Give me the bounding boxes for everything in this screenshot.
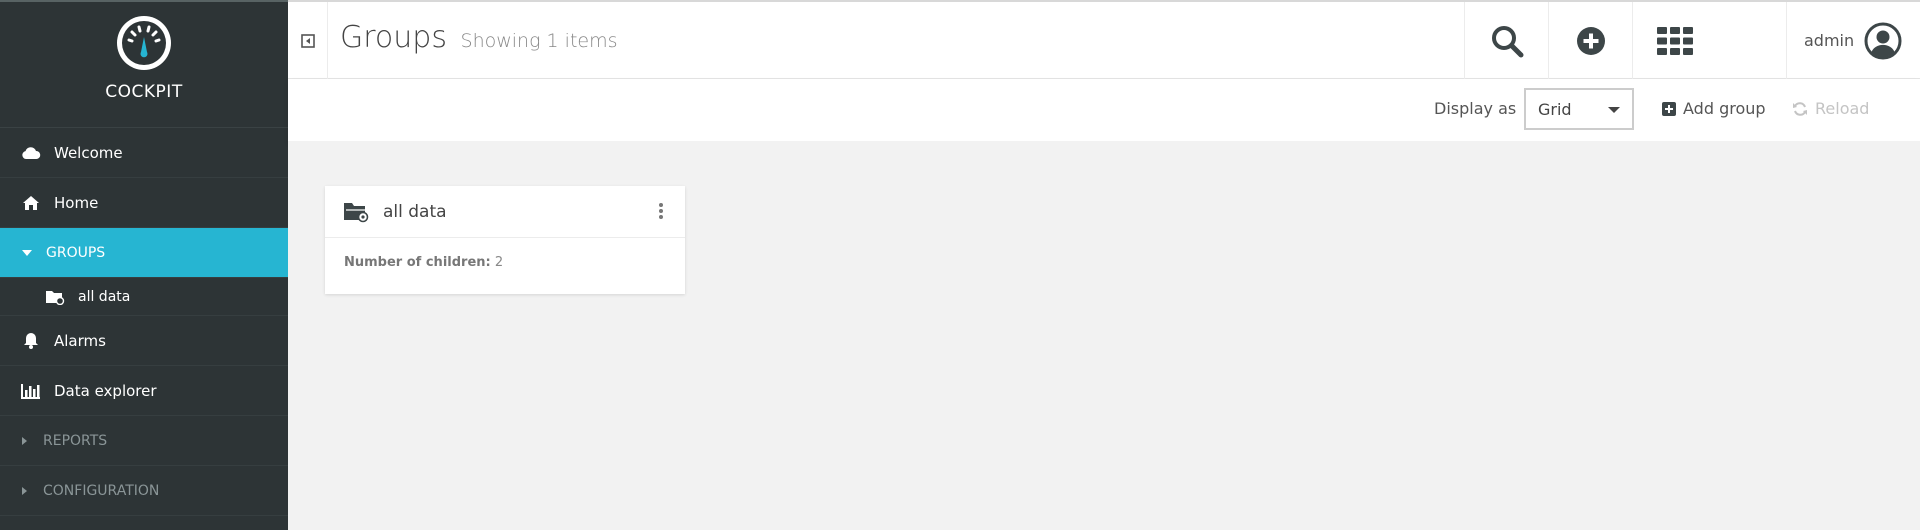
menu-dot <box>659 215 663 219</box>
folder-icon <box>343 201 369 223</box>
display-as-label: Display as <box>1434 99 1517 118</box>
add-group-label: Add group <box>1683 99 1766 118</box>
sidebar-item-label: all data <box>78 288 131 305</box>
sidebar-item-label: Home <box>54 193 99 212</box>
caret-right-icon <box>22 486 27 495</box>
app-root: COCKPIT Welcome Home GROUPS all data Ala… <box>0 0 1920 530</box>
app-switcher-button[interactable] <box>1632 2 1716 79</box>
caret-right-icon <box>22 436 27 445</box>
sidebar-item-label: CONFIGURATION <box>43 482 160 499</box>
app-name: COCKPIT <box>105 82 183 102</box>
menu-dot <box>659 209 663 213</box>
add-group-button[interactable]: Add group <box>1662 99 1766 118</box>
cloud-icon <box>20 144 42 162</box>
plus-circle-icon <box>1576 26 1605 55</box>
search-icon <box>1491 25 1523 57</box>
collapse-icon <box>300 33 315 48</box>
toolbar: Display as Grid Add group Reload <box>288 79 1920 141</box>
search-button[interactable] <box>1464 2 1548 79</box>
sidebar-item-reports[interactable]: REPORTS <box>0 416 288 466</box>
sidebar-item-alarms[interactable]: Alarms <box>0 316 288 366</box>
sidebar-top-line <box>0 0 288 2</box>
chevron-down-icon <box>1608 107 1620 113</box>
bar-chart-icon <box>20 382 42 400</box>
group-card[interactable]: all data Number of children: 2 <box>325 186 685 294</box>
group-card-title[interactable]: all data <box>383 202 447 222</box>
user-name: admin <box>1804 31 1855 50</box>
sidebar-item-data-explorer[interactable]: Data explorer <box>0 366 288 416</box>
gauge-logo-icon <box>117 16 171 70</box>
page-subtitle: Showing 1 items <box>460 30 618 52</box>
sidebar-item-label: Welcome <box>54 143 123 162</box>
plus-square-icon <box>1662 101 1676 116</box>
home-icon <box>20 194 42 212</box>
sidebar-item-all-data[interactable]: all data <box>0 278 288 316</box>
user-avatar-icon <box>1864 22 1902 59</box>
header: Groups Showing 1 items admin <box>288 0 1920 79</box>
display-as-value: Grid <box>1538 99 1572 119</box>
group-card-header: all data <box>325 186 685 238</box>
caret-down-icon <box>22 249 32 256</box>
menu-dot <box>659 203 663 207</box>
refresh-icon <box>1792 101 1808 117</box>
page-title-text: Groups <box>340 20 447 55</box>
group-card-body: Number of children: 2 <box>325 238 685 287</box>
sidebar-item-home[interactable]: Home <box>0 178 288 228</box>
sidebar-item-label: REPORTS <box>43 432 108 449</box>
sidebar-item-label: GROUPS <box>46 244 106 261</box>
sidebar-item-label: Alarms <box>54 331 106 350</box>
reload-label: Reload <box>1815 99 1870 118</box>
sidebar-item-welcome[interactable]: Welcome <box>0 128 288 178</box>
children-label: Number of children: <box>344 255 491 270</box>
grid-apps-icon <box>1656 26 1693 55</box>
sidebar-item-label: Data explorer <box>54 381 157 400</box>
display-as-select[interactable]: Grid <box>1524 88 1634 130</box>
sidebar: COCKPIT Welcome Home GROUPS all data Ala… <box>0 0 301 530</box>
bell-icon <box>20 332 42 350</box>
sidebar-item-groups[interactable]: GROUPS <box>0 228 301 278</box>
main-content: all data Number of children: 2 <box>288 141 1920 530</box>
more-vertical-icon[interactable] <box>657 200 665 222</box>
logo[interactable]: COCKPIT <box>0 0 288 128</box>
children-value: 2 <box>494 255 504 270</box>
reload-button[interactable]: Reload <box>1792 99 1869 118</box>
user-menu[interactable]: admin <box>1786 2 1920 79</box>
collapse-sidebar-button[interactable] <box>288 2 328 79</box>
folder-icon <box>44 288 66 306</box>
sidebar-item-configuration[interactable]: CONFIGURATION <box>0 466 288 516</box>
add-button[interactable] <box>1548 2 1632 79</box>
page-title: Groups Showing 1 items <box>340 20 618 55</box>
